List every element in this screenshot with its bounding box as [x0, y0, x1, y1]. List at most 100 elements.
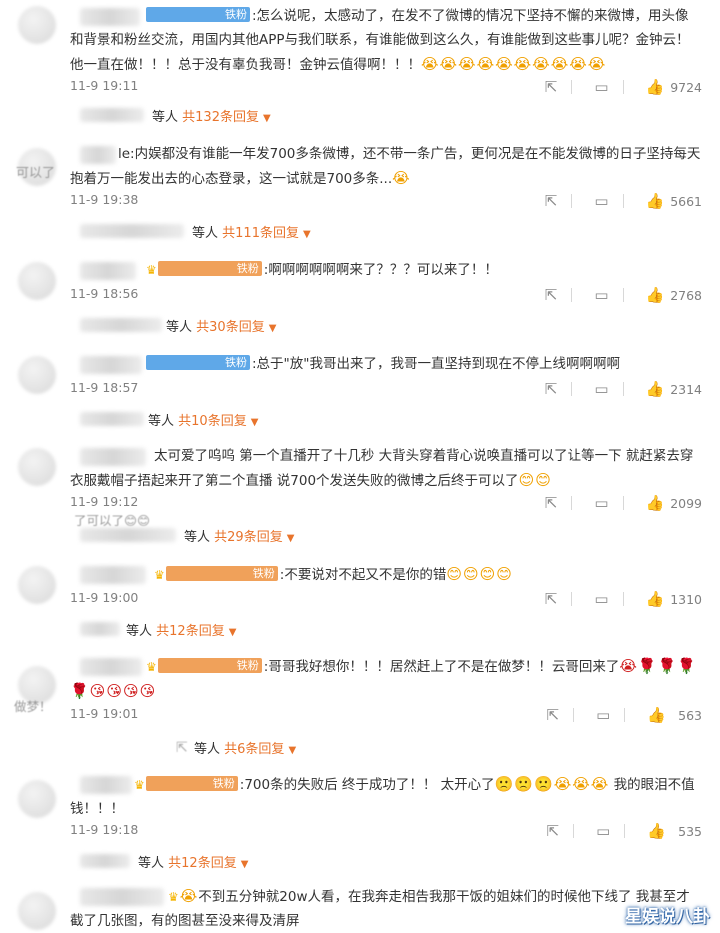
badge: 铁粉	[157, 658, 262, 673]
share-icon[interactable]: ⇱	[547, 822, 560, 840]
watermark: 星娱说八卦	[625, 907, 710, 927]
avatar[interactable]	[18, 448, 56, 486]
divider	[622, 592, 624, 606]
like-icon[interactable]: 👍	[646, 192, 665, 210]
crown-icon: ♛	[154, 568, 165, 582]
smile-emoji: 😊😊	[518, 471, 552, 489]
replier-blurred	[80, 622, 120, 636]
chevron-down-icon: ▼	[228, 627, 237, 638]
divider	[571, 288, 573, 302]
actions: ⇱ ▭ 👍 563	[525, 706, 702, 724]
actions: ⇱ ▭ 👍 2314	[523, 380, 702, 398]
divider	[571, 592, 573, 606]
replies-link[interactable]: 等人 共132条回复 ▼	[152, 106, 271, 125]
comment-icon[interactable]: ▭	[596, 822, 610, 840]
like-count: 2099	[670, 495, 702, 511]
comment-meta: 11-9 19:00 ⇱ ▭ 👍 1310	[70, 590, 702, 610]
like-count: 5661	[670, 193, 702, 209]
divider	[622, 80, 624, 94]
share-icon[interactable]: ⇱	[545, 192, 558, 210]
divider	[571, 194, 573, 208]
comment-icon[interactable]: ▭	[594, 380, 608, 398]
replies-link[interactable]: 等人 共6条回复 ▼	[194, 738, 296, 757]
actions: ⇱ ▭ 👍 1310	[523, 590, 702, 608]
like-icon[interactable]: 👍	[646, 78, 665, 96]
divider	[624, 708, 626, 722]
crying-emoji: 🙁🙁🙁😭😭😭	[494, 775, 610, 793]
divider	[571, 80, 573, 94]
chevron-down-icon: ▼	[286, 533, 295, 544]
like-icon[interactable]: 👍	[646, 380, 665, 398]
crying-emoji: 😭	[179, 887, 199, 905]
heart-crown-icon: ♛	[168, 890, 179, 904]
comment-text: le:内娱都没有谁能一年发700多条微博，还不带一条广告，更何况是在不能发微博的…	[70, 146, 701, 187]
divider	[573, 708, 575, 722]
badge: 铁粉	[165, 566, 278, 581]
replier-blurred	[80, 318, 162, 332]
comment-text: ♛ 铁粉:哥哥我好想你！！！居然赶上了不是在做梦！！云哥回来了😭🌹🌹🌹🌹😘😘😘😘	[70, 657, 697, 700]
replier-blurred	[80, 224, 184, 238]
comment-meta: 11-9 19:01 ⇱ ▭ 👍 563	[70, 706, 702, 726]
chevron-down-icon: ▼	[302, 229, 311, 240]
share-icon[interactable]: ⇱	[545, 494, 558, 512]
comment-text: ♛ 铁粉:啊啊啊啊啊啊来了？？？可以来了！！	[146, 261, 498, 278]
actions: ⇱ ▭ 👍 5661	[523, 192, 702, 210]
replies-link[interactable]: 等人 共29条回复 ▼	[184, 526, 294, 545]
like-icon[interactable]: 👍	[647, 822, 666, 840]
like-count: 9724	[670, 79, 702, 95]
share-icon[interactable]: ⇱	[545, 590, 558, 608]
comment-icon[interactable]: ▭	[594, 78, 608, 96]
divider	[622, 194, 624, 208]
replies-link[interactable]: 等人 共12条回复 ▼	[138, 852, 248, 871]
timestamp: 11-9 19:12	[70, 494, 139, 509]
like-count: 2314	[670, 381, 702, 397]
share-icon[interactable]: ⇱	[545, 286, 558, 304]
replies-link[interactable]: 等人 共30条回复 ▼	[166, 316, 276, 335]
like-icon[interactable]: 👍	[646, 494, 665, 512]
comment-meta: 11-9 19:11 ⇱ ▭ 👍 9724	[70, 78, 702, 98]
like-count: 563	[678, 707, 702, 723]
replier-blurred	[80, 108, 144, 122]
replies-link[interactable]: 等人 共111条回复 ▼	[192, 222, 311, 241]
crown-icon: ♛	[146, 263, 157, 277]
like-icon[interactable]: 👍	[647, 706, 666, 724]
comment-icon[interactable]: ▭	[594, 192, 608, 210]
like-icon[interactable]: 👍	[646, 286, 665, 304]
actions: ⇱ ▭ 👍 9724	[523, 78, 702, 96]
like-count: 2768	[670, 287, 702, 303]
like-icon[interactable]: 👍	[646, 590, 665, 608]
avatar[interactable]	[18, 6, 56, 44]
avatar[interactable]	[18, 566, 56, 604]
share-icon[interactable]: ⇱	[545, 380, 558, 398]
divider	[571, 496, 573, 510]
crying-emoji: 😭😭😭😭😭😭😭😭😭😭	[421, 55, 607, 73]
replier-blurred	[80, 528, 176, 542]
share-icon: ⇱	[176, 740, 188, 756]
comment-text: ♛ 铁粉:不要说对不起又不是你的错😊😊😊😊	[154, 565, 513, 583]
timestamp: 11-9 19:01	[70, 706, 139, 721]
avatar[interactable]	[18, 892, 56, 930]
comment-meta: 11-9 19:18 ⇱ ▭ 👍 535	[70, 822, 702, 842]
comment-text: 铁粉:总于"放"我哥出来了，我哥一直坚持到现在不停上线啊啊啊啊	[70, 352, 702, 376]
comment-icon[interactable]: ▭	[594, 494, 608, 512]
avatar[interactable]	[18, 780, 56, 818]
comment-icon[interactable]: ▭	[594, 286, 608, 304]
comment-text: ♛ 铁粉:700条的失败后 终于成功了！！ 太开心了🙁🙁🙁😭😭😭 我的眼泪不值钱！…	[70, 775, 695, 817]
crown-icon: ♛	[134, 778, 145, 792]
avatar[interactable]	[18, 356, 56, 394]
actions: ⇱ ▭ 👍 535	[525, 822, 702, 840]
divider	[573, 824, 575, 838]
timestamp: 11-9 19:00	[70, 590, 139, 605]
comment-text: ♛😭不到五分钟就20w人看，在我奔走相告我那干饭的姐妹们的时候他下线了 我甚至才…	[70, 887, 690, 929]
avatar[interactable]	[18, 262, 56, 300]
replies-link[interactable]: 等人 共10条回复 ▼	[148, 410, 258, 429]
like-count: 1310	[670, 591, 702, 607]
divider	[624, 824, 626, 838]
replies-link[interactable]: 等人 共12条回复 ▼	[126, 620, 236, 639]
chevron-down-icon: ▼	[288, 745, 297, 756]
comment-icon[interactable]: ▭	[596, 706, 610, 724]
share-icon[interactable]: ⇱	[547, 706, 560, 724]
share-icon[interactable]: ⇱	[545, 78, 558, 96]
comment-icon[interactable]: ▭	[594, 590, 608, 608]
chevron-down-icon: ▼	[268, 323, 277, 334]
